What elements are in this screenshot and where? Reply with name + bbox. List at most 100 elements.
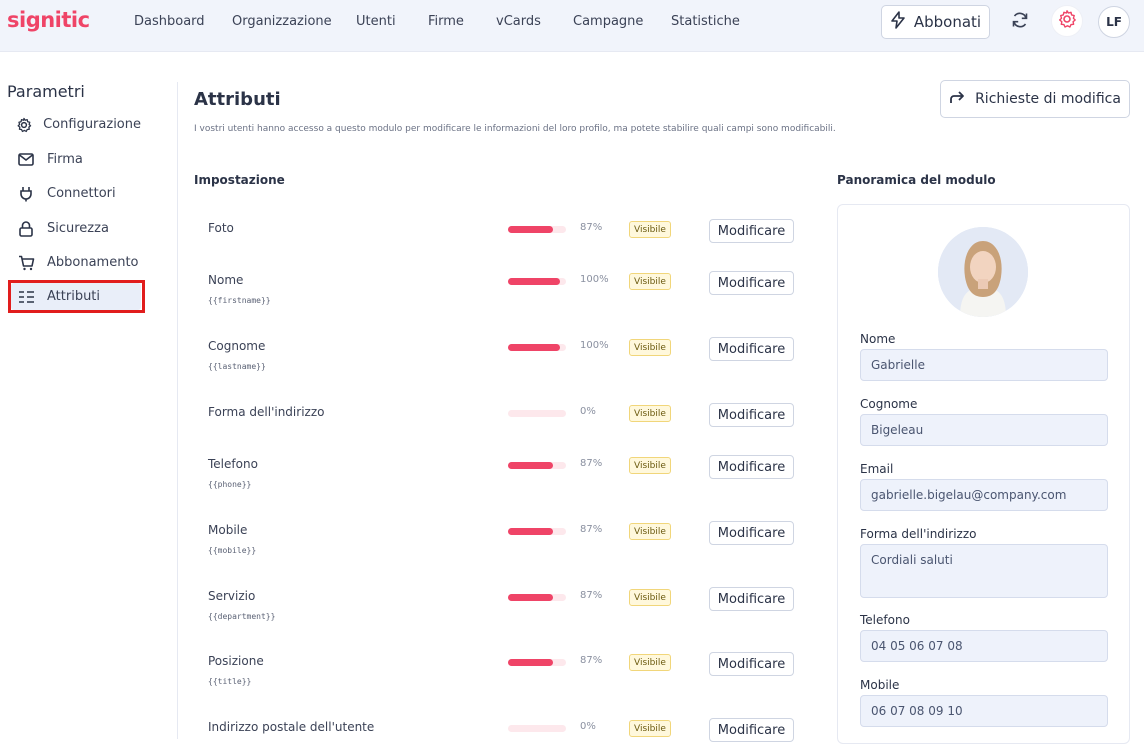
change-requests-label: Richieste di modifica bbox=[975, 91, 1121, 107]
visibility-badge: Visibile bbox=[629, 523, 671, 540]
top-nav-bar: signitic Dashboard Organizzazione Utenti… bbox=[0, 0, 1144, 52]
completion-percent: 0% bbox=[580, 406, 596, 417]
sidebar-item-label: Firma bbox=[47, 152, 83, 167]
visibility-badge: Visibile bbox=[629, 273, 671, 290]
nav-firme[interactable]: Firme bbox=[428, 14, 464, 29]
refresh-icon bbox=[1010, 10, 1030, 34]
visibility-badge: Visibile bbox=[629, 457, 671, 474]
attribute-name: Forma dell'indirizzo bbox=[208, 405, 325, 419]
preview-field-label: Mobile bbox=[860, 678, 900, 692]
subscribe-button[interactable]: Abbonati bbox=[881, 5, 990, 39]
preview-field-label: Forma dell'indirizzo bbox=[860, 527, 977, 541]
settings-heading: Impostazione bbox=[194, 173, 285, 187]
visibility-badge: Visibile bbox=[629, 221, 671, 238]
preview-field-input[interactable]: Bigeleau bbox=[860, 414, 1108, 446]
attribute-variable: {{title}} bbox=[208, 677, 252, 686]
settings-button[interactable] bbox=[1051, 5, 1083, 37]
nav-dashboard[interactable]: Dashboard bbox=[134, 14, 205, 29]
preview-field-input[interactable]: 04 05 06 07 08 bbox=[860, 630, 1108, 662]
sidebar-divider bbox=[177, 82, 178, 739]
sidebar-item-label: Configurazione bbox=[43, 117, 141, 132]
nav-vcards[interactable]: vCards bbox=[496, 14, 541, 29]
completion-bar bbox=[508, 462, 566, 469]
nav-campagne[interactable]: Campagne bbox=[573, 14, 643, 29]
attribute-variable: {{mobile}} bbox=[208, 546, 257, 555]
completion-percent: 0% bbox=[580, 721, 596, 732]
plug-icon bbox=[11, 186, 41, 202]
preview-field-input[interactable]: Cordiali saluti bbox=[860, 544, 1108, 598]
completion-bar-fill bbox=[508, 462, 554, 469]
lightning-icon bbox=[890, 11, 906, 33]
attribute-name: Telefono bbox=[208, 457, 258, 471]
attribute-name: Servizio bbox=[208, 589, 256, 603]
attribute-name: Cognome bbox=[208, 339, 266, 353]
completion-bar-fill bbox=[508, 278, 561, 285]
preview-field-label: Nome bbox=[860, 332, 896, 346]
signitic-logo[interactable]: signitic bbox=[7, 8, 90, 32]
visibility-badge: Visibile bbox=[629, 339, 671, 356]
cart-icon bbox=[11, 255, 41, 271]
modify-button[interactable]: Modificare bbox=[709, 271, 794, 295]
completion-bar bbox=[508, 410, 566, 417]
sidebar-item-connettori[interactable]: Connettori bbox=[11, 180, 141, 207]
modify-button[interactable]: Modificare bbox=[709, 718, 794, 742]
completion-bar-fill bbox=[508, 528, 554, 535]
visibility-badge: Visibile bbox=[629, 405, 671, 422]
completion-bar bbox=[508, 528, 566, 535]
sidebar-item-abbonamento[interactable]: Abbonamento bbox=[11, 249, 141, 276]
modify-button[interactable]: Modificare bbox=[709, 521, 794, 545]
page-description: I vostri utenti hanno accesso a questo m… bbox=[194, 124, 836, 134]
sidebar-item-sicurezza[interactable]: Sicurezza bbox=[11, 215, 141, 242]
mail-icon bbox=[11, 153, 41, 166]
attribute-name: Posizione bbox=[208, 654, 264, 668]
visibility-badge: Visibile bbox=[629, 589, 671, 606]
attribute-name: Nome bbox=[208, 273, 244, 287]
sidebar-item-label: Abbonamento bbox=[47, 255, 139, 270]
sidebar-item-label: Connettori bbox=[47, 186, 116, 201]
completion-bar bbox=[508, 659, 566, 666]
preview-field-input[interactable]: 06 07 08 09 10 bbox=[860, 695, 1108, 727]
share-arrow-icon bbox=[949, 90, 965, 108]
preview-field-input[interactable]: gabrielle.bigelau@company.com bbox=[860, 479, 1108, 511]
modify-button[interactable]: Modificare bbox=[709, 219, 794, 243]
completion-bar bbox=[508, 594, 566, 601]
attribute-name: Mobile bbox=[208, 523, 248, 537]
attribute-name: Foto bbox=[208, 221, 234, 235]
completion-percent: 87% bbox=[580, 524, 603, 535]
sidebar-item-firma[interactable]: Firma bbox=[11, 146, 141, 173]
preview-field-label: Email bbox=[860, 462, 894, 476]
modify-button[interactable]: Modificare bbox=[709, 403, 794, 427]
user-avatar[interactable]: LF bbox=[1098, 6, 1130, 38]
completion-percent: 87% bbox=[580, 458, 603, 469]
lock-icon bbox=[11, 220, 41, 237]
modify-button[interactable]: Modificare bbox=[709, 455, 794, 479]
completion-bar bbox=[508, 226, 566, 233]
completion-percent: 87% bbox=[580, 655, 603, 666]
completion-percent: 87% bbox=[580, 222, 603, 233]
preview-field-label: Telefono bbox=[860, 613, 910, 627]
completion-percent: 100% bbox=[580, 340, 609, 351]
overview-heading: Panoramica del modulo bbox=[837, 173, 996, 187]
nav-organizzazione[interactable]: Organizzazione bbox=[232, 14, 332, 29]
completion-bar bbox=[508, 278, 566, 285]
modify-button[interactable]: Modificare bbox=[709, 652, 794, 676]
modify-button[interactable]: Modificare bbox=[709, 587, 794, 611]
subscribe-label: Abbonati bbox=[913, 13, 982, 31]
gear-icon bbox=[1057, 9, 1077, 33]
modify-button[interactable]: Modificare bbox=[709, 337, 794, 361]
sidebar-item-label: Sicurezza bbox=[47, 221, 109, 236]
completion-bar-fill bbox=[508, 344, 561, 351]
selection-highlight bbox=[8, 280, 145, 313]
change-requests-button[interactable]: Richieste di modifica bbox=[940, 80, 1130, 118]
refresh-button[interactable] bbox=[1004, 6, 1036, 38]
completion-bar bbox=[508, 725, 566, 732]
page-title: Attributi bbox=[194, 89, 281, 110]
preview-field-input[interactable]: Gabrielle bbox=[860, 349, 1108, 381]
sidebar-item-configurazione[interactable]: Configurazione bbox=[11, 111, 141, 138]
nav-statistiche[interactable]: Statistiche bbox=[671, 14, 740, 29]
nav-utenti[interactable]: Utenti bbox=[356, 14, 396, 29]
gear-icon bbox=[11, 117, 37, 133]
visibility-badge: Visibile bbox=[629, 654, 671, 671]
visibility-badge: Visibile bbox=[629, 720, 671, 737]
profile-photo bbox=[938, 227, 1028, 317]
